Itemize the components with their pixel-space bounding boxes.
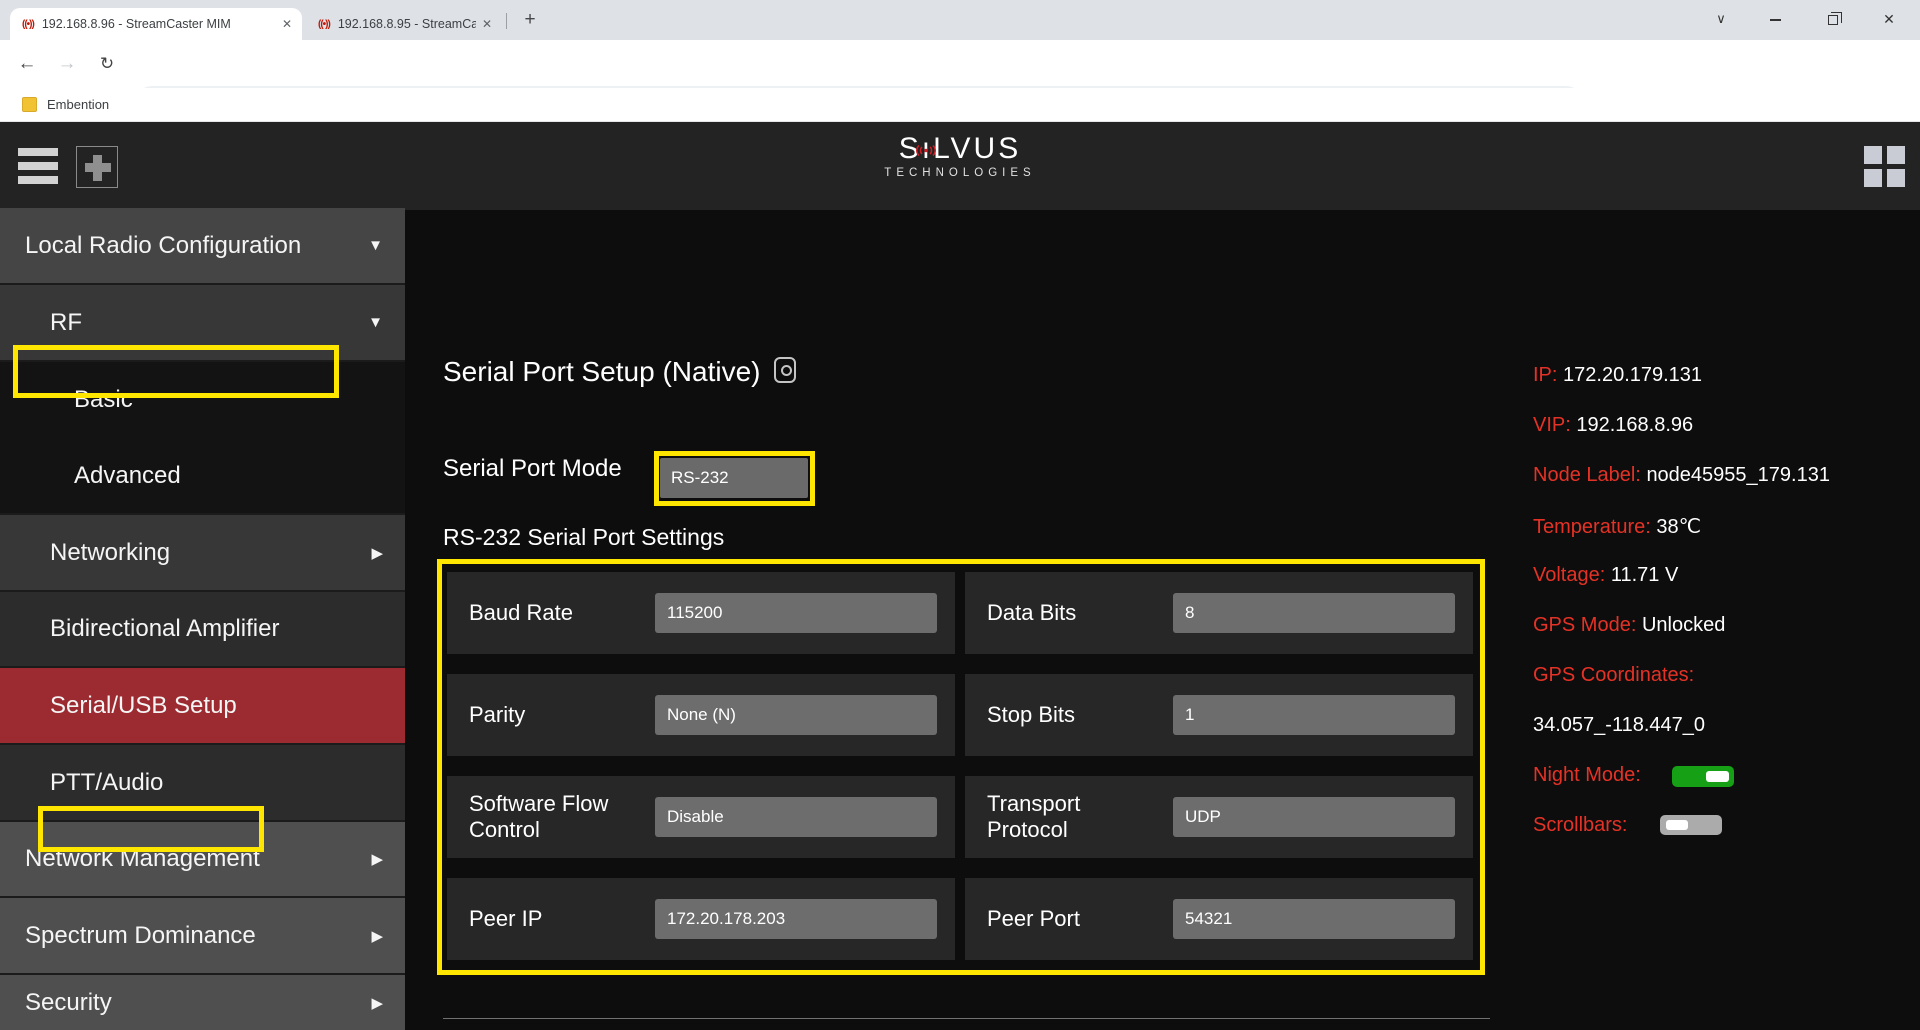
field-baud-rate: Baud Rate 115200 xyxy=(447,572,955,654)
browser-tab-active[interactable]: ((•)) 192.168.8.96 - StreamCaster MIM ✕ xyxy=(10,8,302,40)
new-tab-button[interactable]: + xyxy=(516,8,544,34)
chevron-right-icon: ▶ xyxy=(371,994,383,1012)
field-label: Software Flow Control xyxy=(469,791,649,843)
chevron-right-icon: ▶ xyxy=(371,927,383,945)
field-label: Baud Rate xyxy=(469,600,573,626)
peer-ip-input[interactable]: 172.20.178.203 xyxy=(655,899,937,939)
sidebar-item-local-radio-configuration[interactable]: Local Radio Configuration▼ xyxy=(0,208,405,285)
chevron-right-icon: ▶ xyxy=(371,544,383,562)
forward-button[interactable]: → xyxy=(52,50,82,78)
info-vip: VIP: 192.168.8.96 xyxy=(1533,414,1693,437)
info-gps-coordinates-label: GPS Coordinates: xyxy=(1533,664,1694,687)
chevron-right-icon: ▶ xyxy=(371,850,383,868)
info-voltage: Voltage: 11.71 V xyxy=(1533,564,1678,587)
silvus-logo: SıLVUS TECHNOLOGIES xyxy=(0,132,1920,179)
field-peer-port: Peer Port 54321 xyxy=(965,878,1473,960)
serial-port-mode-select[interactable]: RS-232 xyxy=(660,458,808,498)
page-header: SıLVUS TECHNOLOGIES xyxy=(0,122,1920,210)
scrollbars-label: Scrollbars: xyxy=(1533,814,1627,837)
tab-separator xyxy=(506,13,507,29)
night-mode-toggle[interactable] xyxy=(1672,766,1734,787)
browser-tab-inactive[interactable]: ((•)) 192.168.8.95 - StreamCaster MIM ✕ xyxy=(306,8,502,40)
back-button[interactable]: ← xyxy=(12,50,42,78)
dashboard-grid-icon[interactable] xyxy=(1864,146,1906,188)
window-close-button[interactable]: ✕ xyxy=(1866,0,1912,38)
field-label: Transport Protocol xyxy=(987,791,1167,843)
field-label: Peer Port xyxy=(987,906,1080,932)
window-restore-button[interactable] xyxy=(1810,0,1856,38)
field-stop-bits: Stop Bits 1 xyxy=(965,674,1473,756)
info-gps-mode: GPS Mode: Unlocked xyxy=(1533,614,1725,637)
serial-settings-icon xyxy=(774,357,796,383)
silvus-page: SıLVUS TECHNOLOGIES Local Radio Configur… xyxy=(0,122,1920,1030)
logo-antenna-icon xyxy=(916,130,936,164)
rs232-settings-heading: RS-232 Serial Port Settings xyxy=(443,524,724,551)
sidebar-item-serial-usb-setup[interactable]: Serial/USB Setup xyxy=(0,668,405,745)
info-ip: IP: 172.20.179.131 xyxy=(1533,364,1702,387)
sidebar-item-ptt-audio[interactable]: PTT/Audio xyxy=(0,745,405,822)
night-mode-label: Night Mode: xyxy=(1533,764,1641,787)
sidebar-item-security[interactable]: Security▶ xyxy=(0,975,405,1030)
sidebar-item-network-management[interactable]: Network Management▶ xyxy=(0,822,405,898)
serial-port-mode-label: Serial Port Mode xyxy=(443,455,622,483)
bookmarks-bar: Embention xyxy=(0,88,1920,122)
parity-select[interactable]: None (N) xyxy=(655,695,937,735)
stop-bits-select[interactable]: 1 xyxy=(1173,695,1455,735)
info-node-label: Node Label: node45955_179.131 xyxy=(1533,464,1830,487)
info-temperature: Temperature: 38℃ xyxy=(1533,514,1701,539)
tab-title: 192.168.8.96 - StreamCaster MIM xyxy=(42,17,276,31)
scrollbars-toggle[interactable] xyxy=(1660,815,1722,835)
field-software-flow-control: Software Flow Control Disable xyxy=(447,776,955,858)
sidebar-item-bidirectional-amplifier[interactable]: Bidirectional Amplifier xyxy=(0,592,405,668)
sidebar-item-advanced[interactable]: Advanced xyxy=(0,438,405,515)
tab-search-icon[interactable]: ∨ xyxy=(1698,0,1744,38)
section-divider xyxy=(443,1018,1490,1019)
browser-toolbar: ← → ↻ ▲ No es seguro 192.168.8.96 G ↗ ☆ … xyxy=(0,40,1920,88)
nav-sidebar: Local Radio Configuration▼ RF▼ Basic Adv… xyxy=(0,208,405,1030)
streamcaster-favicon-icon: ((•)) xyxy=(22,19,34,30)
sidebar-item-networking[interactable]: Networking▶ xyxy=(0,515,405,592)
field-label: Parity xyxy=(469,702,525,728)
tab-title: 192.168.8.95 - StreamCaster MIM xyxy=(338,17,476,31)
transport-protocol-select[interactable]: UDP xyxy=(1173,797,1455,837)
chevron-down-icon: ▼ xyxy=(368,314,383,331)
baud-rate-select[interactable]: 115200 xyxy=(655,593,937,633)
field-transport-protocol: Transport Protocol UDP xyxy=(965,776,1473,858)
field-label: Stop Bits xyxy=(987,702,1075,728)
field-parity: Parity None (N) xyxy=(447,674,955,756)
tab-close-icon[interactable]: ✕ xyxy=(482,17,492,31)
streamcaster-favicon-icon: ((•)) xyxy=(318,19,330,30)
browser-tab-strip: ((•)) 192.168.8.96 - StreamCaster MIM ✕ … xyxy=(0,0,1920,40)
field-label: Peer IP xyxy=(469,906,542,932)
reload-button[interactable]: ↻ xyxy=(92,50,122,78)
field-label: Data Bits xyxy=(987,600,1076,626)
software-flow-control-select[interactable]: Disable xyxy=(655,797,937,837)
peer-port-input[interactable]: 54321 xyxy=(1173,899,1455,939)
chevron-down-icon: ▼ xyxy=(368,237,383,254)
tab-close-icon[interactable]: ✕ xyxy=(282,17,292,31)
window-minimize-button[interactable] xyxy=(1752,0,1798,38)
field-peer-ip: Peer IP 172.20.178.203 xyxy=(447,878,955,960)
info-gps-coordinates-value: 34.057_-118.447_0 xyxy=(1533,714,1705,737)
sidebar-item-rf[interactable]: RF▼ xyxy=(0,285,405,362)
bookmark-embention[interactable]: Embention xyxy=(47,97,109,112)
sidebar-item-basic[interactable]: Basic xyxy=(0,362,405,438)
page-title: Serial Port Setup (Native) xyxy=(443,356,796,388)
sidebar-item-spectrum-dominance[interactable]: Spectrum Dominance▶ xyxy=(0,898,405,975)
field-data-bits: Data Bits 8 xyxy=(965,572,1473,654)
data-bits-select[interactable]: 8 xyxy=(1173,593,1455,633)
bookmark-favicon-icon xyxy=(22,97,37,112)
